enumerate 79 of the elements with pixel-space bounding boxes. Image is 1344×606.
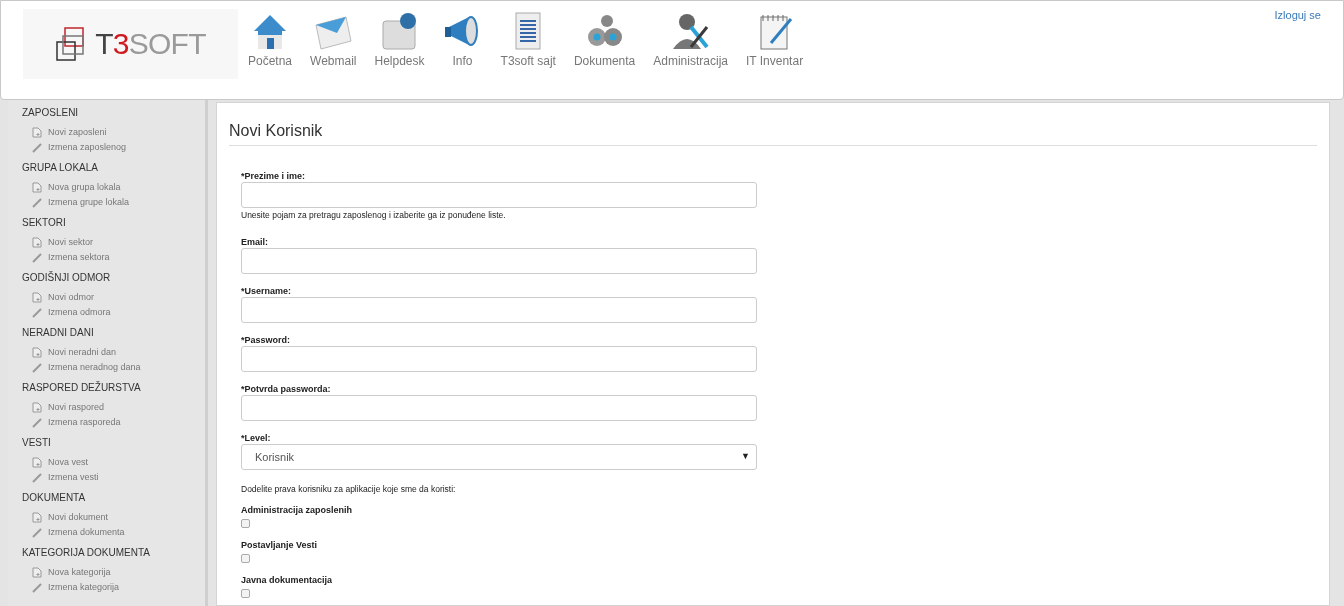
sidebar-item[interactable]: Izmena kategorija <box>22 580 205 595</box>
nav-item[interactable]: T3soft sajt <box>498 11 558 70</box>
logo[interactable]: T3SOFT <box>23 9 238 79</box>
pencil-icon <box>32 582 42 593</box>
input-field[interactable] <box>241 182 757 208</box>
field-label: Email: <box>241 235 269 248</box>
pencil-icon <box>32 417 42 428</box>
pencil-icon <box>32 197 42 208</box>
sidebar-item[interactable]: Novi dokument <box>22 510 205 525</box>
logo-text: T3SOFT <box>95 29 206 59</box>
nav-item[interactable]: Administracija <box>651 11 730 70</box>
sidebar-heading: ZAPOSLENI <box>22 106 80 120</box>
new-page-icon <box>32 457 42 468</box>
sidebar-item[interactable]: Izmena grupe lokala <box>22 195 205 210</box>
field-label: *Level: <box>241 431 272 444</box>
help-text: Unesite pojam za pretragu zaposlenog i izaberite ga iz ponuđene liste. <box>241 209 507 222</box>
nav-item[interactable]: IT Inventar <box>744 11 806 70</box>
sidebar-item[interactable]: Novi neradni dan <box>22 345 205 360</box>
input-field[interactable] <box>241 394 757 421</box>
sidebar-item[interactable]: Izmena rasporeda <box>22 415 205 430</box>
rights-intro: Dodelite prava korisniku za aplikacije koje sme da koristi: <box>241 482 457 496</box>
sidebar-item[interactable]: Izmena neradnog dana <box>22 360 205 375</box>
nav-item[interactable]: Dokumenta <box>571 11 638 70</box>
field-label: *Username: <box>241 284 293 297</box>
sidebar-item[interactable]: Nova kategorija <box>22 565 205 580</box>
pencil-icon <box>32 307 42 318</box>
caret-icon: ▼ <box>741 450 750 464</box>
new-page-icon <box>32 127 42 138</box>
sidebar-heading: GODIŠNJI ODMOR <box>22 271 112 285</box>
sidebar-item[interactable]: Izmena odmora <box>22 305 205 320</box>
person-tools-icon <box>670 11 711 51</box>
pencil-icon <box>32 252 42 263</box>
sidebar-item[interactable]: Nova grupa lokala <box>22 180 205 195</box>
nav-item[interactable]: Helpdesk <box>372 11 427 70</box>
sidebar-item[interactable]: Novi zaposleni <box>22 125 205 140</box>
field-label: *Prezime i ime: <box>241 170 307 182</box>
pencil-icon <box>32 362 42 373</box>
sidebar-item[interactable]: Nova vest <box>22 455 205 470</box>
field-label: Postavljanje Vesti <box>241 538 319 551</box>
new-page-icon <box>32 182 42 193</box>
pencil-icon <box>32 527 42 538</box>
sidebar-heading: GRUPA LOKALA <box>22 161 99 175</box>
checkbox[interactable] <box>241 588 250 598</box>
checkbox[interactable] <box>241 518 250 528</box>
checkbox[interactable] <box>241 553 250 563</box>
sidebar-item[interactable]: Izmena zaposlenog <box>22 140 205 155</box>
sidebar-item[interactable]: Novi raspored <box>22 400 205 415</box>
nav-item[interactable]: Webmail <box>308 11 359 70</box>
field-label: *Potvrda passworda: <box>241 382 332 395</box>
new-page-icon <box>32 567 42 578</box>
sidebar-heading: KATEGORIJA DOKUMENTA <box>22 546 151 560</box>
input-field[interactable] <box>241 345 757 372</box>
sidebar-heading: DOKUMENTA <box>22 491 87 505</box>
field-label: Javna dokumentacija <box>241 573 334 586</box>
level-select[interactable]: Korisnik ▼ <box>241 443 757 470</box>
sidebar-heading: RASPORED DEŽURSTVA <box>22 381 142 395</box>
new-page-icon <box>32 512 42 523</box>
input-field[interactable] <box>241 247 757 274</box>
new-page-icon <box>32 402 42 413</box>
logout-link[interactable]: Izloguj se <box>1274 7 1321 24</box>
input-field[interactable] <box>241 296 757 323</box>
sidebar-item[interactable]: Izmena dokumenta <box>22 525 205 540</box>
sidebar-item[interactable]: Novi sektor <box>22 235 205 250</box>
new-page-icon <box>32 347 42 358</box>
pencil-icon <box>32 472 42 483</box>
nav-item[interactable]: Početna <box>246 11 295 70</box>
sidebar-heading: SEKTORI <box>22 216 67 230</box>
field-label: Administracija zaposlenih <box>241 503 354 516</box>
sidebar-item[interactable]: Izmena sektora <box>22 250 205 265</box>
nav-item[interactable]: Info <box>440 11 485 70</box>
sidebar-item[interactable]: Novi odmor <box>22 290 205 305</box>
sidebar-heading: VESTI <box>22 436 52 450</box>
field-label: *Password: <box>241 333 292 346</box>
new-page-icon <box>32 237 42 248</box>
new-page-icon <box>32 292 42 303</box>
pencil-icon <box>32 142 42 153</box>
page-title: Novi Korisnik <box>229 103 1317 146</box>
sidebar-heading: NERADNI DANI <box>22 326 95 340</box>
sidebar-item[interactable]: Izmena vesti <box>22 470 205 485</box>
